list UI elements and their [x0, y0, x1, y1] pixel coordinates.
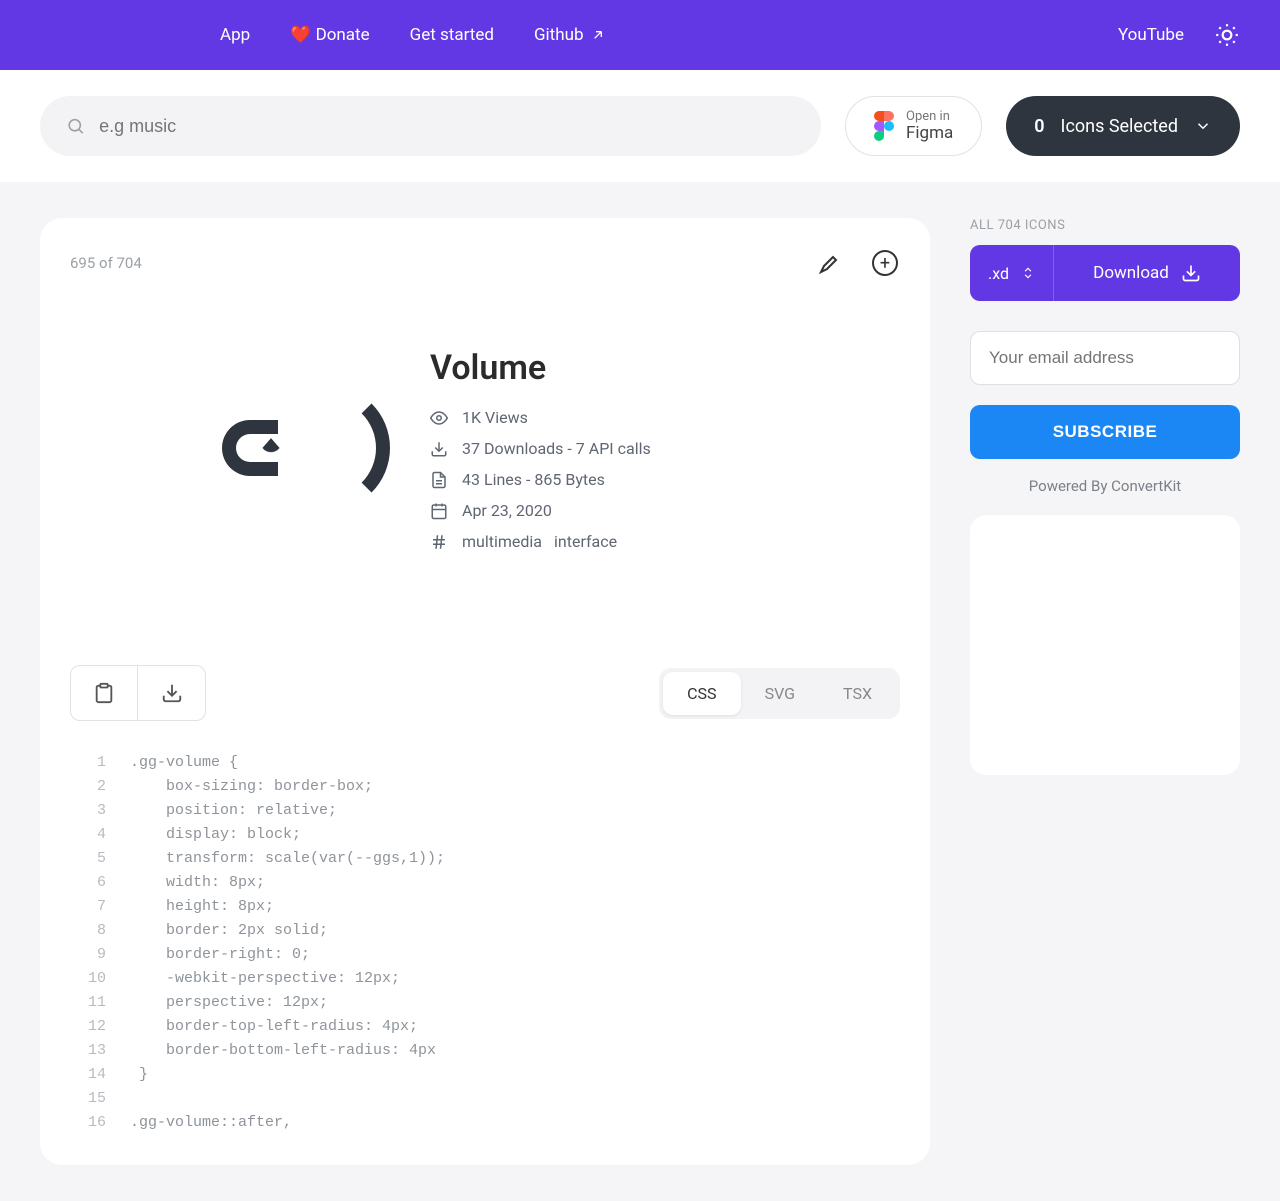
tag-multimedia[interactable]: multimedia — [462, 532, 542, 551]
file-icon — [430, 471, 448, 489]
icon-detail-card: 695 of 704 + Volume 1K View — [40, 218, 930, 1165]
sidebar: ALL 704 ICONS .xd Download SUBSCRIBE Pow… — [970, 218, 1240, 775]
icons-selected-dropdown[interactable]: 0 Icons Selected — [1006, 96, 1240, 156]
color-picker-button[interactable] — [812, 248, 842, 278]
email-input[interactable] — [970, 331, 1240, 385]
toolbar: Open in Figma 0 Icons Selected — [0, 70, 1280, 182]
hash-icon — [430, 533, 448, 551]
download-code-button[interactable] — [138, 665, 206, 721]
download-icon — [161, 682, 183, 704]
clipboard-icon — [93, 682, 115, 704]
nav-get-started[interactable]: Get started — [410, 25, 494, 45]
powered-by-text: Powered By ConvertKit — [970, 477, 1240, 495]
format-select[interactable]: .xd — [970, 245, 1054, 301]
views-text: 1K Views — [462, 408, 528, 427]
tag-interface[interactable]: interface — [554, 532, 617, 551]
copy-code-button[interactable] — [70, 665, 138, 721]
tab-css[interactable]: CSS — [663, 672, 740, 715]
tab-tsx[interactable]: TSX — [819, 672, 896, 715]
all-icons-label: ALL 704 ICONS — [970, 218, 1240, 233]
theme-toggle-icon[interactable] — [1214, 22, 1240, 48]
figma-icon — [874, 111, 894, 141]
eye-icon — [430, 409, 448, 427]
date-text: Apr 23, 2020 — [462, 501, 552, 520]
chevron-down-icon — [1194, 117, 1212, 135]
search-field[interactable] — [40, 96, 821, 156]
download-all-button[interactable]: Download — [1054, 245, 1240, 301]
search-icon — [66, 116, 85, 136]
nav-youtube[interactable]: YouTube — [1118, 25, 1184, 45]
code-block[interactable]: 1.gg-volume { 2 box-sizing: border-box; … — [70, 751, 900, 1135]
file-stats-text: 43 Lines - 865 Bytes — [462, 470, 605, 489]
volume-icon — [222, 420, 278, 476]
nav-app[interactable]: App — [220, 25, 250, 45]
nav-donate[interactable]: ❤️ Donate — [290, 25, 369, 45]
eyedropper-icon — [815, 251, 839, 275]
subscribe-button[interactable]: SUBSCRIBE — [970, 405, 1240, 459]
icon-title: Volume — [430, 348, 890, 388]
downloads-text: 37 Downloads - 7 API calls — [462, 439, 651, 458]
format-tabs: CSS SVG TSX — [659, 668, 900, 719]
icon-position: 695 of 704 — [70, 254, 142, 272]
add-to-collection-button[interactable]: + — [870, 248, 900, 278]
download-icon — [430, 440, 448, 458]
open-in-figma-button[interactable]: Open in Figma — [845, 96, 982, 156]
search-input[interactable] — [99, 116, 795, 137]
chevron-updown-icon — [1021, 266, 1035, 280]
top-nav: App ❤️ Donate Get started Github YouTube — [0, 0, 1280, 70]
tab-svg[interactable]: SVG — [741, 672, 819, 715]
plus-circle-icon: + — [872, 250, 898, 276]
calendar-icon — [430, 502, 448, 520]
ad-placeholder — [970, 515, 1240, 775]
nav-github[interactable]: Github — [534, 25, 606, 45]
download-icon — [1181, 263, 1201, 283]
icon-preview — [100, 318, 400, 578]
external-link-icon — [590, 27, 606, 43]
